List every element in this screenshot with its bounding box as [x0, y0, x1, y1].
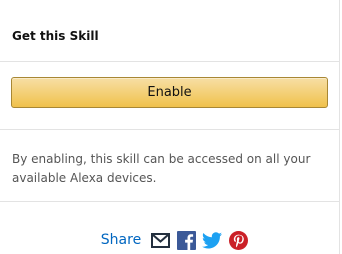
panel-header: Get this Skill	[0, 0, 339, 62]
disclaimer-section: By enabling, this skill can be accessed …	[0, 130, 339, 202]
share-label[interactable]: Share	[101, 232, 141, 248]
pinterest-icon[interactable]	[228, 230, 248, 250]
twitter-icon[interactable]	[202, 230, 223, 250]
disclaimer-text: By enabling, this skill can be accessed …	[12, 152, 311, 185]
get-skill-panel: Get this Skill Enable By enabling, this …	[0, 0, 340, 254]
enable-button[interactable]: Enable	[11, 77, 328, 108]
share-bar: Share	[0, 202, 339, 254]
facebook-icon[interactable]	[176, 230, 196, 250]
email-icon[interactable]	[150, 230, 170, 250]
panel-title: Get this Skill	[12, 29, 99, 43]
enable-section: Enable	[0, 62, 339, 130]
